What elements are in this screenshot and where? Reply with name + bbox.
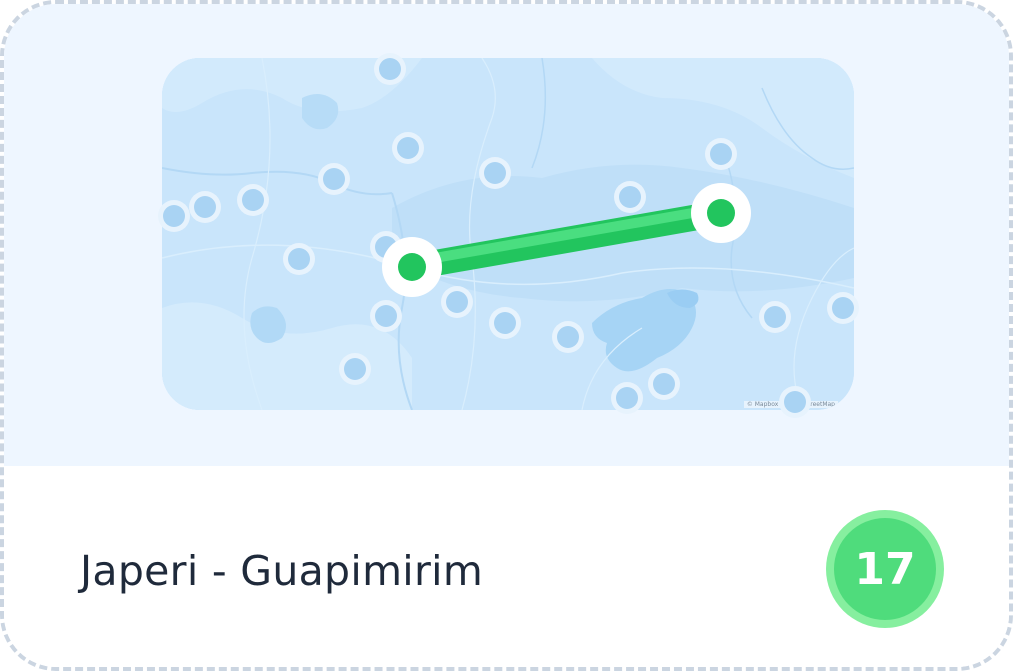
route-card[interactable]: © Mapbox © OpenStreetMap Japeri - Guapim… xyxy=(0,0,1013,671)
card-footer: Japeri - Guapimirim 17 xyxy=(4,466,1009,667)
map-attribution[interactable]: © Mapbox © OpenStreetMap xyxy=(743,401,838,408)
map-view[interactable]: © Mapbox © OpenStreetMap xyxy=(162,58,854,410)
route-title: Japeri - Guapimirim xyxy=(80,547,484,595)
map-background xyxy=(162,58,854,410)
route-count-value: 17 xyxy=(834,518,936,620)
route-count-badge: 17 xyxy=(826,510,944,628)
map-area: © Mapbox © OpenStreetMap xyxy=(4,4,1009,466)
